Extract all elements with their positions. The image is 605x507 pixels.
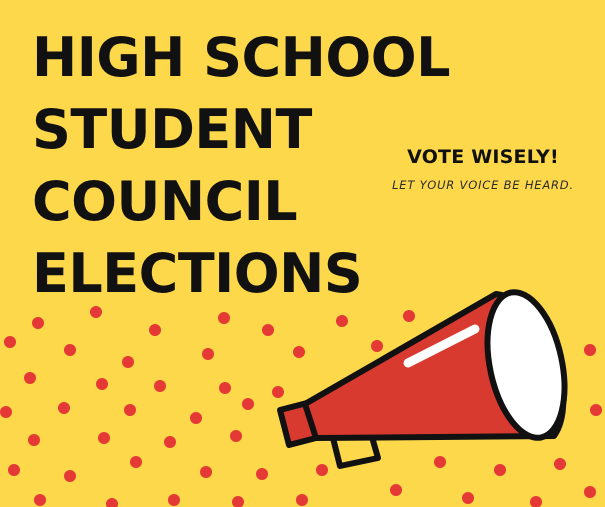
polka-dot bbox=[554, 458, 566, 470]
tagline-title: VOTE WISELY! bbox=[407, 146, 559, 168]
polka-dot bbox=[200, 466, 212, 478]
polka-dot bbox=[154, 380, 166, 392]
polka-dot bbox=[262, 324, 274, 336]
polka-dot bbox=[371, 340, 383, 352]
polka-dot bbox=[256, 468, 268, 480]
polka-dot bbox=[8, 464, 20, 476]
polka-dot bbox=[124, 404, 136, 416]
polka-dot bbox=[106, 498, 118, 507]
polka-dot bbox=[584, 486, 596, 498]
polka-dot bbox=[494, 464, 506, 476]
tagline-subtitle: LET YOUR VOICE BE HEARD. bbox=[392, 178, 574, 192]
election-poster: HIGH SCHOOL STUDENT COUNCIL ELECTIONS VO… bbox=[0, 0, 605, 507]
polka-dot bbox=[336, 315, 348, 327]
polka-dot bbox=[242, 398, 254, 410]
polka-dot bbox=[190, 412, 202, 424]
polka-dot bbox=[232, 496, 244, 507]
polka-dot bbox=[164, 436, 176, 448]
polka-dot bbox=[64, 470, 76, 482]
polka-dot bbox=[202, 348, 214, 360]
polka-dot bbox=[530, 496, 542, 507]
polka-dot bbox=[98, 432, 110, 444]
polka-dot bbox=[230, 430, 242, 442]
polka-dot bbox=[149, 324, 161, 336]
polka-dot bbox=[316, 464, 328, 476]
polka-dot bbox=[32, 317, 44, 329]
polka-dot bbox=[28, 434, 40, 446]
polka-dot bbox=[590, 404, 602, 416]
polka-dot bbox=[58, 402, 70, 414]
polka-dot bbox=[584, 344, 596, 356]
polka-dot bbox=[0, 406, 12, 418]
polka-dot bbox=[219, 382, 231, 394]
polka-dot bbox=[168, 494, 180, 506]
polka-dot bbox=[403, 310, 415, 322]
polka-dot bbox=[122, 356, 134, 368]
polka-dot bbox=[130, 456, 142, 468]
polka-dot bbox=[272, 386, 284, 398]
polka-dot bbox=[296, 494, 308, 506]
tagline-block: VOTE WISELY! LET YOUR VOICE BE HEARD. bbox=[388, 146, 578, 192]
polka-dot bbox=[293, 346, 305, 358]
polka-dot bbox=[96, 378, 108, 390]
polka-dot bbox=[24, 372, 36, 384]
polka-dot bbox=[462, 492, 474, 504]
megaphone-icon bbox=[277, 289, 568, 469]
headline-line-4: ELECTIONS bbox=[32, 242, 363, 305]
polka-dot bbox=[4, 336, 16, 348]
polka-dot bbox=[434, 456, 446, 468]
polka-dot bbox=[218, 312, 230, 324]
headline-line-1: HIGH SCHOOL bbox=[32, 26, 451, 89]
polka-dot bbox=[34, 494, 46, 506]
polka-dot bbox=[390, 484, 402, 496]
polka-dot bbox=[64, 344, 76, 356]
